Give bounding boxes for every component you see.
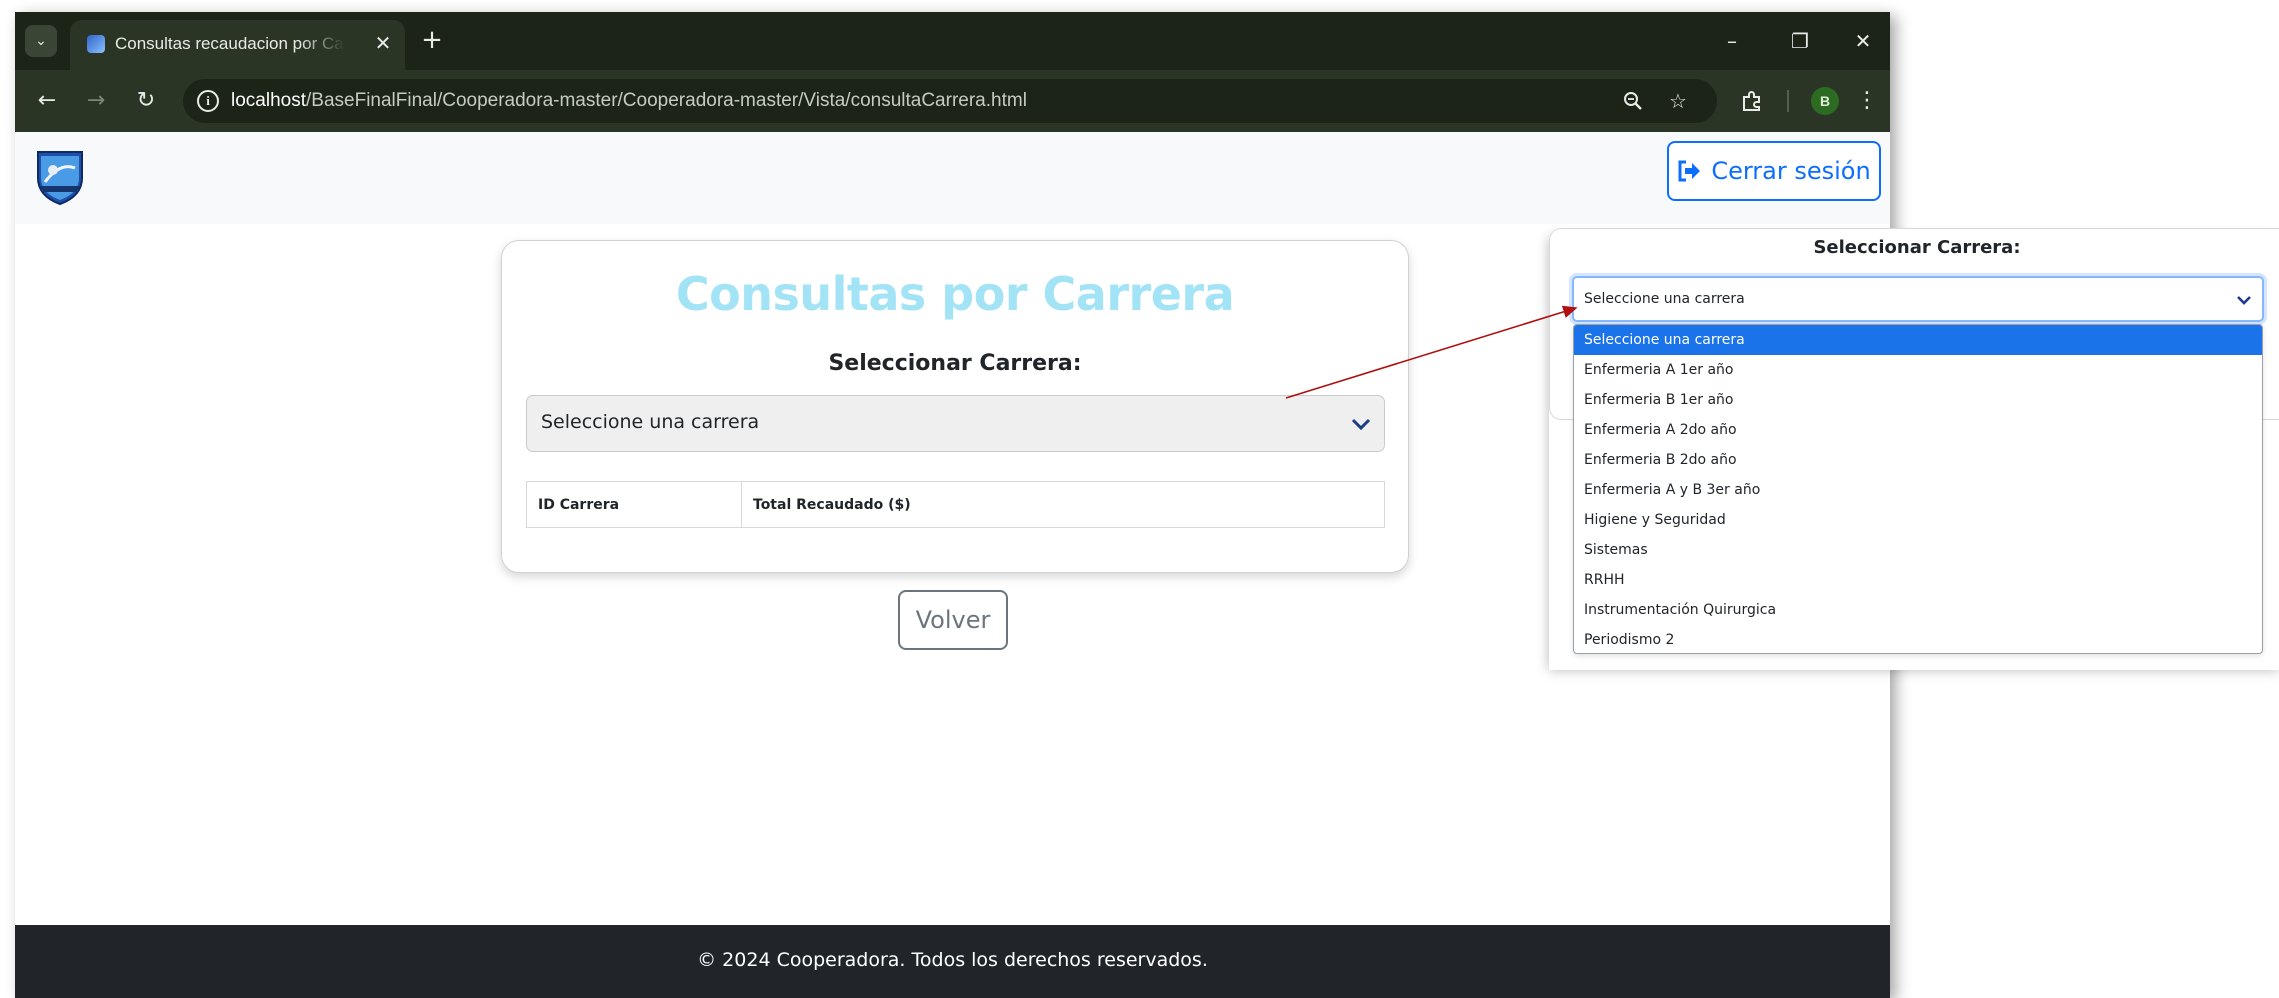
logout-label: Cerrar sesión: [1711, 157, 1871, 185]
extensions-icon[interactable]: [1735, 83, 1769, 119]
table-header-row: ID Carrera Total Recaudado ($): [526, 481, 1385, 528]
tab-strip: ⌄ Consultas recaudacion por Carrera ✕ + …: [15, 12, 1890, 70]
footer-copyright: © 2024 Cooperadora. Todos los derechos r…: [697, 949, 1208, 971]
new-tab-button[interactable]: +: [415, 24, 449, 58]
results-table: ID Carrera Total Recaudado ($): [526, 481, 1385, 528]
url-host: localhost: [231, 90, 306, 111]
sign-out-icon: [1678, 160, 1701, 182]
back-button[interactable]: Volver: [898, 590, 1008, 650]
browser-tab-active[interactable]: Consultas recaudacion por Carrera ✕: [70, 20, 405, 70]
column-header-id: ID Carrera: [526, 481, 742, 528]
option-item[interactable]: Higiene y Seguridad: [1574, 505, 2262, 535]
restore-icon[interactable]: ❐: [1778, 24, 1822, 58]
more-menu-icon[interactable]: ⋮: [1852, 83, 1882, 119]
option-item[interactable]: Enfermeria B 1er año: [1574, 385, 2262, 415]
option-item[interactable]: RRHH: [1574, 565, 2262, 595]
address-bar[interactable]: i localhost/BaseFinalFinal/Cooperadora-m…: [183, 79, 1717, 123]
carrera-select-label: Seleccionar Carrera:: [828, 351, 1082, 376]
site-footer: © 2024 Cooperadora. Todos los derechos r…: [15, 925, 1890, 998]
callout-carrera-select[interactable]: Seleccione una carrera: [1572, 276, 2264, 322]
reload-icon[interactable]: ↻: [128, 83, 164, 119]
callout-select-label: Seleccionar Carrera:: [1813, 237, 2021, 258]
back-arrow-icon[interactable]: ←: [29, 83, 65, 119]
tab-title: Consultas recaudacion por Carrera: [115, 34, 345, 53]
option-item[interactable]: Enfermeria A y B 3er año: [1574, 475, 2262, 505]
tab-close-icon[interactable]: ✕: [370, 30, 396, 56]
carrera-select[interactable]: Seleccione una carrera: [526, 395, 1385, 452]
site-header: Cerrar sesión: [15, 132, 1890, 224]
forward-arrow-icon[interactable]: →: [78, 83, 114, 119]
chevron-down-icon: [2237, 296, 2251, 305]
site-info-icon[interactable]: i: [197, 90, 219, 112]
url-path: /BaseFinalFinal/Cooperadora-master/Coope…: [306, 90, 1027, 111]
browser-toolbar: ← → ↻ i localhost/BaseFinalFinal/Coopera…: [15, 70, 1890, 132]
option-item[interactable]: Enfermeria B 2do año: [1574, 445, 2262, 475]
consulta-card: Consultas por Carrera Seleccionar Carrer…: [501, 240, 1409, 573]
page-title: Consultas por Carrera: [675, 267, 1235, 321]
toolbar-divider: [1787, 90, 1789, 112]
institution-logo: [33, 148, 87, 206]
option-item[interactable]: Seleccione una carrera: [1574, 325, 2262, 355]
zoom-icon[interactable]: [1618, 86, 1648, 116]
callout-select-value: Seleccione una carrera: [1584, 291, 1745, 307]
window-close-icon[interactable]: ✕: [1841, 24, 1885, 58]
chevron-down-icon: [1351, 418, 1371, 431]
favicon-icon: [87, 35, 105, 53]
option-item[interactable]: Enfermeria A 2do año: [1574, 415, 2262, 445]
option-item[interactable]: Periodismo 2: [1574, 625, 2262, 653]
column-header-total: Total Recaudado ($): [741, 481, 1385, 528]
carrera-options-list: Seleccione una carrera Enfermeria A 1er a…: [1573, 324, 2263, 654]
minimize-icon[interactable]: –: [1710, 24, 1754, 58]
tab-search-button[interactable]: ⌄: [25, 25, 57, 57]
logout-button[interactable]: Cerrar sesión: [1667, 141, 1881, 201]
bookmark-star-icon[interactable]: ☆: [1663, 86, 1693, 116]
carrera-select-value: Seleccione una carrera: [541, 411, 760, 433]
zoom-callout: Seleccionar Carrera: Seleccione una carr…: [1549, 228, 2279, 670]
option-item[interactable]: Instrumentación Quirurgica: [1574, 595, 2262, 625]
url-text: localhost/BaseFinalFinal/Cooperadora-mas…: [231, 90, 1027, 112]
profile-avatar[interactable]: B: [1811, 87, 1839, 115]
option-item[interactable]: Enfermeria A 1er año: [1574, 355, 2262, 385]
option-item[interactable]: Sistemas: [1574, 535, 2262, 565]
